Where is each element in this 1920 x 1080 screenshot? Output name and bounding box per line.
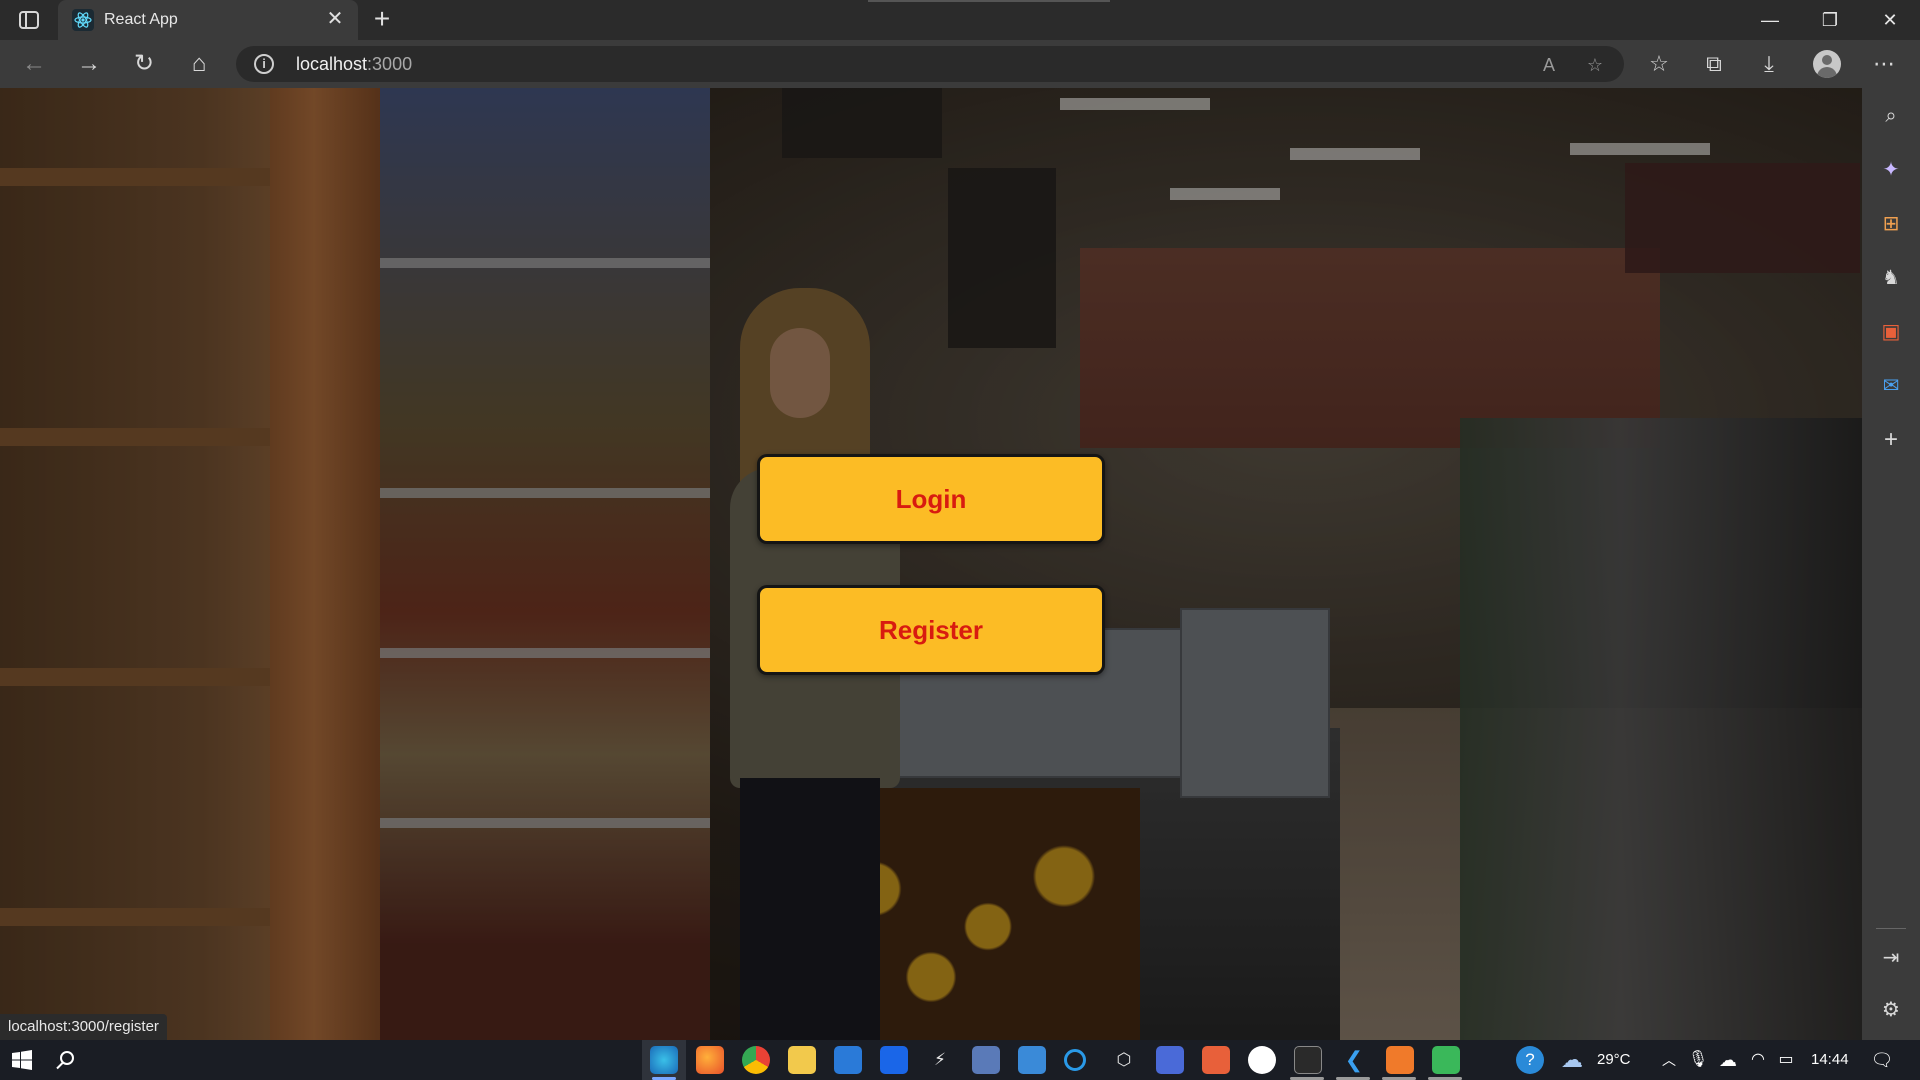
app-icon[interactable] bbox=[1248, 1046, 1276, 1074]
battery-icon[interactable]: ▭ bbox=[1772, 1046, 1800, 1074]
edge-icon[interactable] bbox=[650, 1046, 678, 1074]
clock-time[interactable]: 14:44 bbox=[1811, 1051, 1849, 1068]
search-icon[interactable]: ⌕ bbox=[1875, 100, 1907, 132]
background-overlay bbox=[0, 88, 1862, 1040]
home-icon[interactable]: ⌂ bbox=[183, 48, 215, 80]
windows-start-icon[interactable] bbox=[12, 1050, 32, 1070]
tab-title: React App bbox=[104, 11, 178, 28]
add-favorite-icon[interactable]: ☆ bbox=[1582, 52, 1608, 78]
app-icon[interactable] bbox=[1432, 1046, 1460, 1074]
chrome-icon[interactable] bbox=[742, 1046, 770, 1074]
tray-overflow-icon[interactable]: ︿ bbox=[1655, 1046, 1683, 1074]
link-status-bubble: localhost:3000/register bbox=[0, 1014, 167, 1040]
app-icon[interactable] bbox=[1156, 1046, 1184, 1074]
cortana-icon[interactable] bbox=[1064, 1049, 1086, 1071]
outlook-icon[interactable]: ✉ bbox=[1875, 370, 1907, 402]
weather-cloud-icon[interactable]: ☁ bbox=[1558, 1046, 1586, 1074]
collections-icon[interactable]: ⧉ bbox=[1698, 48, 1730, 80]
games-icon[interactable]: ♞ bbox=[1875, 262, 1907, 294]
address-bar[interactable]: i localhost:3000 A ☆ bbox=[236, 46, 1624, 82]
login-button[interactable]: Login bbox=[757, 454, 1105, 544]
hide-sidebar-icon[interactable]: ⇥ bbox=[1875, 942, 1907, 974]
browser-toolbar: ← → ↻ ⌂ i localhost:3000 A ☆ ☆ ⧉ ⤓ ⋯ bbox=[0, 40, 1920, 88]
url-port: :3000 bbox=[367, 54, 413, 74]
close-window-button[interactable]: ✕ bbox=[1860, 0, 1920, 40]
cmd-icon[interactable] bbox=[1294, 1046, 1322, 1074]
tab-close-icon[interactable]: ✕ bbox=[324, 8, 346, 30]
browser-title-bar: React App ✕ + — ❐ ✕ bbox=[0, 0, 1920, 40]
app-icon[interactable] bbox=[1018, 1046, 1046, 1074]
dropbox-icon[interactable] bbox=[880, 1046, 908, 1074]
window-controls: — ❐ ✕ bbox=[1740, 0, 1920, 40]
supermarket-background-image bbox=[0, 88, 1862, 1040]
url-host: localhost bbox=[296, 54, 368, 74]
back-icon[interactable]: ← bbox=[18, 48, 50, 80]
register-button[interactable]: Register bbox=[757, 585, 1105, 675]
minimize-button[interactable]: — bbox=[1740, 0, 1800, 40]
terminal-bolt-icon[interactable]: ⚡ bbox=[926, 1046, 954, 1074]
shopping-icon[interactable]: ⊞ bbox=[1875, 208, 1907, 240]
forward-icon[interactable]: → bbox=[73, 48, 105, 80]
tab-actions-icon[interactable] bbox=[18, 10, 40, 30]
react-favicon-icon bbox=[72, 9, 94, 31]
downloads-icon[interactable]: ⤓ bbox=[1753, 48, 1785, 80]
notifications-icon[interactable]: 🗨 bbox=[1868, 1046, 1896, 1074]
help-icon[interactable]: ? bbox=[1516, 1046, 1544, 1074]
refresh-icon[interactable]: ↻ bbox=[128, 48, 160, 80]
url-text[interactable]: localhost:3000 bbox=[296, 54, 412, 75]
windows-taskbar: ⚡ ⬡ ❮ ? ☁ 29°C ︿ 🎙 ☁ ◠ ▭ 14:44 🗨 bbox=[0, 1040, 1920, 1080]
firefox-icon[interactable] bbox=[696, 1046, 724, 1074]
browser-tab[interactable]: React App ✕ bbox=[58, 0, 358, 40]
onedrive-icon[interactable]: ☁ bbox=[1714, 1046, 1742, 1074]
sidebar-divider bbox=[1876, 928, 1906, 929]
favorites-icon[interactable]: ☆ bbox=[1643, 48, 1675, 80]
new-tab-button[interactable]: + bbox=[368, 5, 396, 34]
tabstrip-accent bbox=[868, 0, 1110, 2]
copilot-icon[interactable]: ✦ bbox=[1875, 154, 1907, 186]
sidebar-settings-icon[interactable]: ⚙ bbox=[1875, 994, 1907, 1026]
app-icon[interactable] bbox=[1202, 1046, 1230, 1074]
vscode-icon[interactable]: ❮ bbox=[1340, 1046, 1368, 1074]
weather-temperature[interactable]: 29°C bbox=[1597, 1051, 1631, 1068]
office-icon[interactable]: ▣ bbox=[1875, 316, 1907, 348]
page-viewport: Login Register bbox=[0, 88, 1862, 1040]
virtualbox-icon[interactable]: ⬡ bbox=[1110, 1046, 1138, 1074]
site-info-icon[interactable]: i bbox=[254, 54, 274, 74]
search-icon[interactable] bbox=[56, 1050, 76, 1070]
microphone-icon[interactable]: 🎙 bbox=[1684, 1046, 1712, 1074]
app-icon[interactable] bbox=[1386, 1046, 1414, 1074]
profile-avatar[interactable] bbox=[1813, 50, 1841, 78]
more-options-icon[interactable]: ⋯ bbox=[1868, 48, 1900, 80]
mail-icon[interactable] bbox=[834, 1046, 862, 1074]
file-explorer-icon[interactable] bbox=[788, 1046, 816, 1074]
restore-button[interactable]: ❐ bbox=[1800, 0, 1860, 40]
wifi-icon[interactable]: ◠ bbox=[1744, 1046, 1772, 1074]
edge-sidebar: ⌕ ✦ ⊞ ♞ ▣ ✉ + ⇥ ⚙ bbox=[1862, 88, 1920, 1040]
read-aloud-icon[interactable]: A bbox=[1536, 52, 1562, 78]
app-icon[interactable] bbox=[972, 1046, 1000, 1074]
add-sidebar-app-icon[interactable]: + bbox=[1875, 424, 1907, 456]
